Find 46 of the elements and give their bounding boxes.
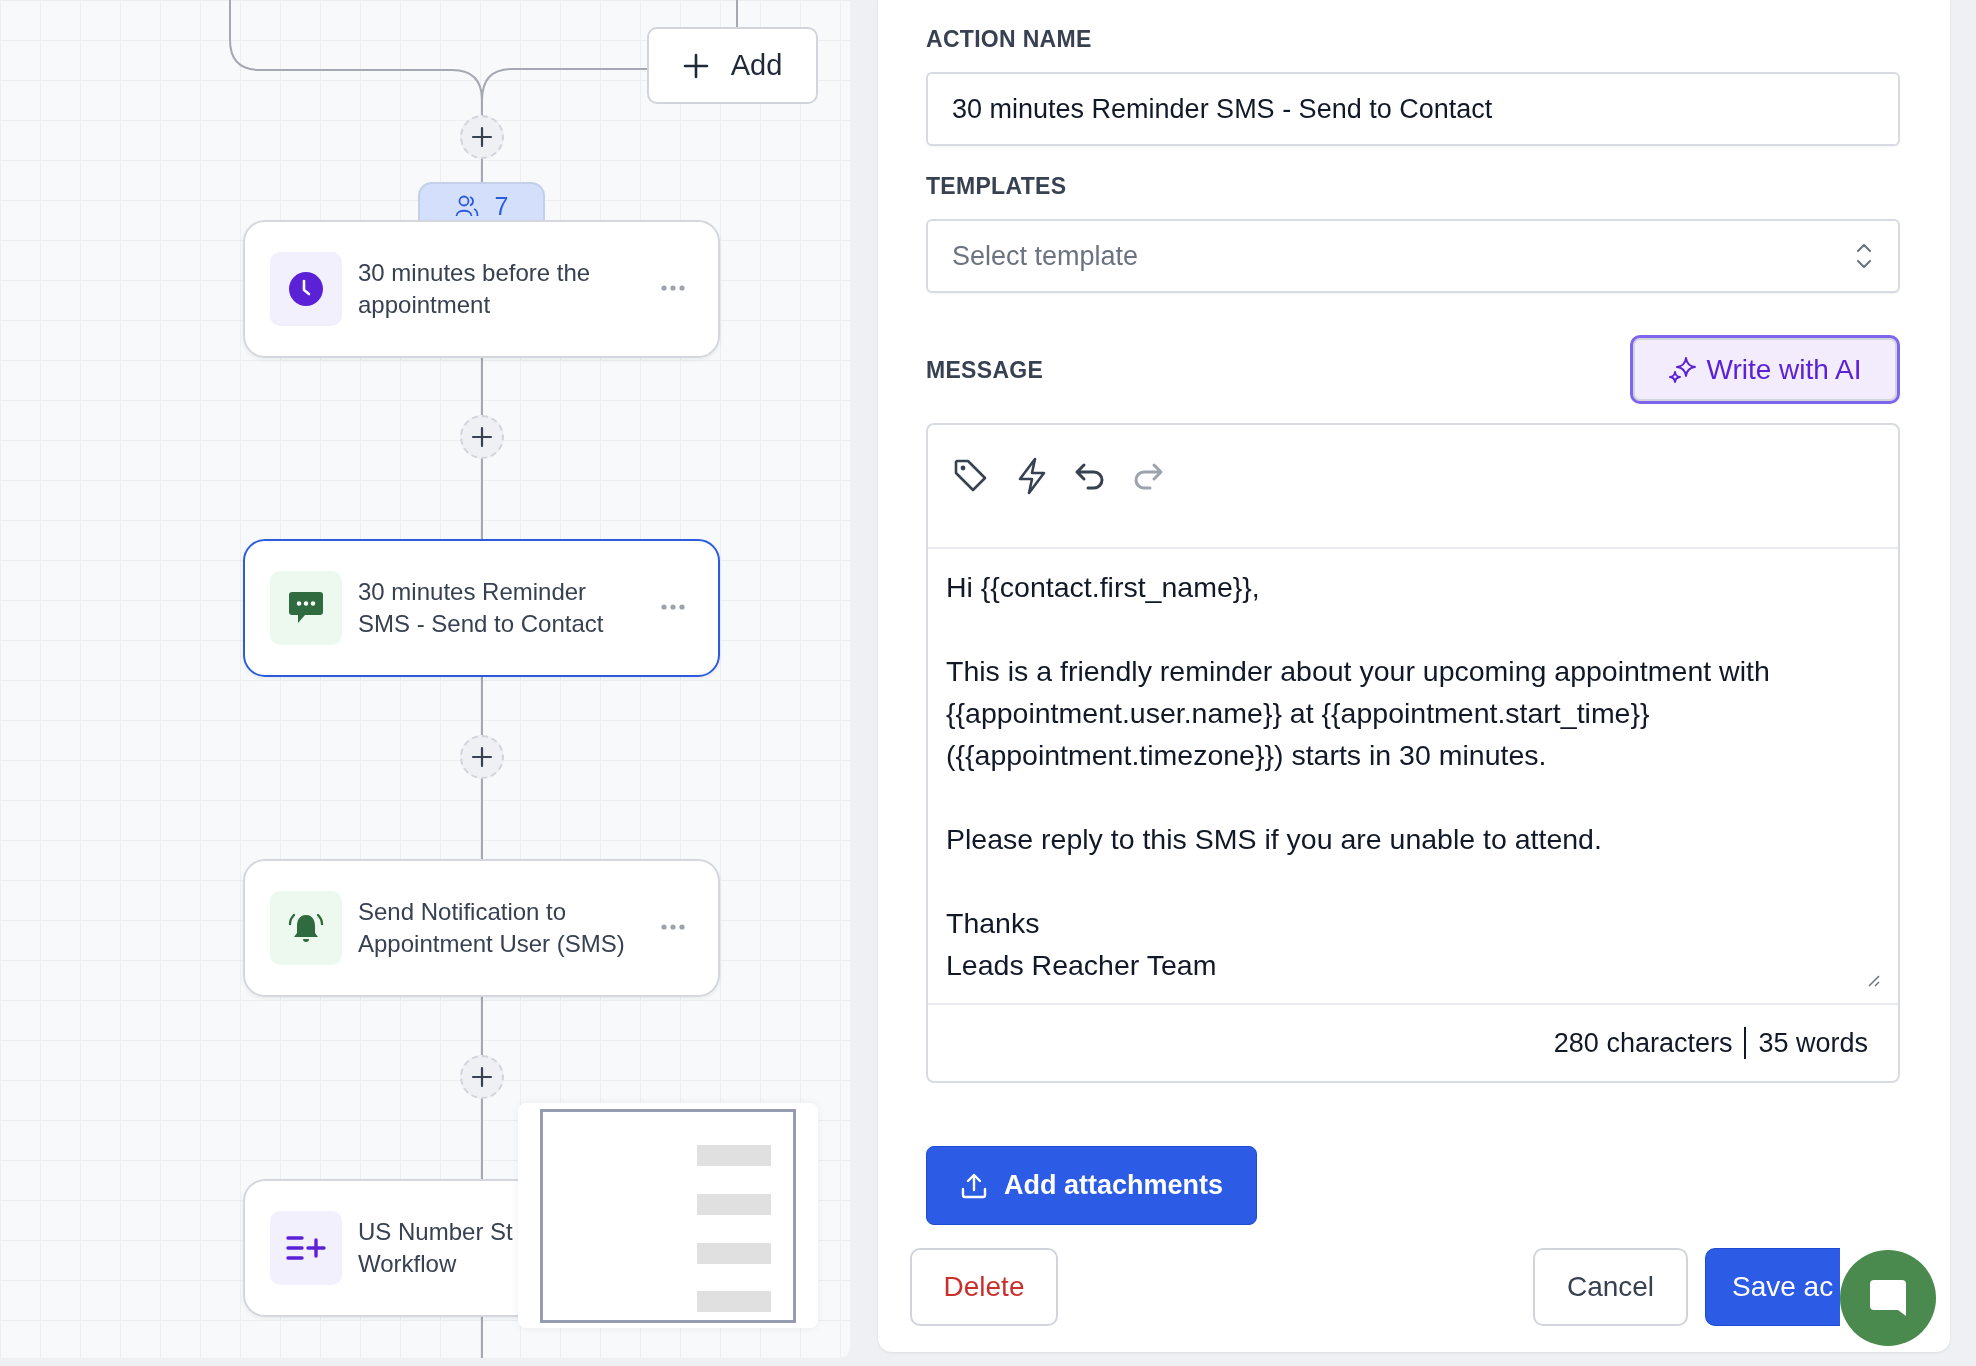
- resize-handle-icon[interactable]: [1866, 973, 1880, 987]
- sparkle-icon: [1668, 354, 1699, 385]
- bolt-button[interactable]: [1016, 457, 1048, 495]
- save-button[interactable]: Save ac: [1705, 1248, 1840, 1326]
- undo-button[interactable]: [1074, 461, 1106, 491]
- character-count: 280 characters: [1553, 1027, 1733, 1059]
- field-label: TEMPLATES: [926, 173, 1068, 199]
- plus-icon: [682, 52, 709, 79]
- template-select[interactable]: Select template: [926, 219, 1900, 293]
- step-title: US Number St Workflow: [358, 1217, 514, 1279]
- workflow-step-card[interactable]: 30 minutes Reminder SMS - Send to Contact: [243, 539, 720, 677]
- add-list-icon: [286, 1235, 326, 1261]
- users-icon: [454, 195, 479, 217]
- plus-icon: [471, 426, 493, 448]
- message-textarea[interactable]: Hi {{contact.first_name}}, This is a friendly reminder about your upcoming appointment with {{appointment.user.name}} at {{appointment.start_time}} ({{appointment.timezone}}) starts in 30 minutes. Please reply to this SMS if you are unable to attend. Thanks Leads Reacher Team: [928, 549, 1898, 1005]
- action-name-input[interactable]: 30 minutes Reminder SMS - Send to Contact: [926, 72, 1900, 146]
- field-label: MESSAGE: [926, 356, 1044, 383]
- minimap[interactable]: [518, 1103, 818, 1328]
- add-step-button[interactable]: [460, 735, 504, 779]
- plus-icon: [471, 1066, 493, 1088]
- workflow-step-card[interactable]: Send Notification to Appointment User (SMS): [243, 859, 720, 997]
- add-step-button[interactable]: [460, 1055, 504, 1099]
- plus-icon: [471, 746, 493, 768]
- write-with-ai-button[interactable]: Write with AI: [1630, 335, 1900, 404]
- step-title: 30 minutes Reminder SMS - Send to Contact: [358, 577, 605, 639]
- plus-icon: [471, 126, 493, 148]
- step-title: 30 minutes before the appointment: [358, 258, 592, 320]
- clock-icon: [289, 272, 323, 306]
- word-count: 35 words: [1758, 1027, 1868, 1059]
- cancel-button[interactable]: Cancel: [1533, 1248, 1688, 1326]
- chat-icon: [289, 592, 323, 624]
- upload-icon: [959, 1171, 988, 1200]
- bell-icon: [288, 911, 324, 945]
- workflow-step-card[interactable]: US Number St Workflow: [243, 1179, 520, 1317]
- field-label: ACTION NAME: [926, 26, 1093, 52]
- connector-line: [736, 0, 738, 28]
- workflow-step-card[interactable]: 30 minutes before the appointment: [243, 220, 720, 358]
- contact-count-badge: 7: [418, 182, 545, 222]
- add-attachments-button[interactable]: Add attachments: [926, 1146, 1257, 1225]
- chevron-up-down-icon: [1856, 243, 1872, 269]
- delete-button[interactable]: Delete: [910, 1248, 1058, 1326]
- add-button[interactable]: Add: [647, 27, 818, 104]
- step-title: Send Notification to Appointment User (SMS): [358, 897, 626, 959]
- add-step-button[interactable]: [460, 415, 504, 459]
- chat-bubble-icon: [1868, 1278, 1908, 1318]
- add-step-button[interactable]: [460, 115, 504, 159]
